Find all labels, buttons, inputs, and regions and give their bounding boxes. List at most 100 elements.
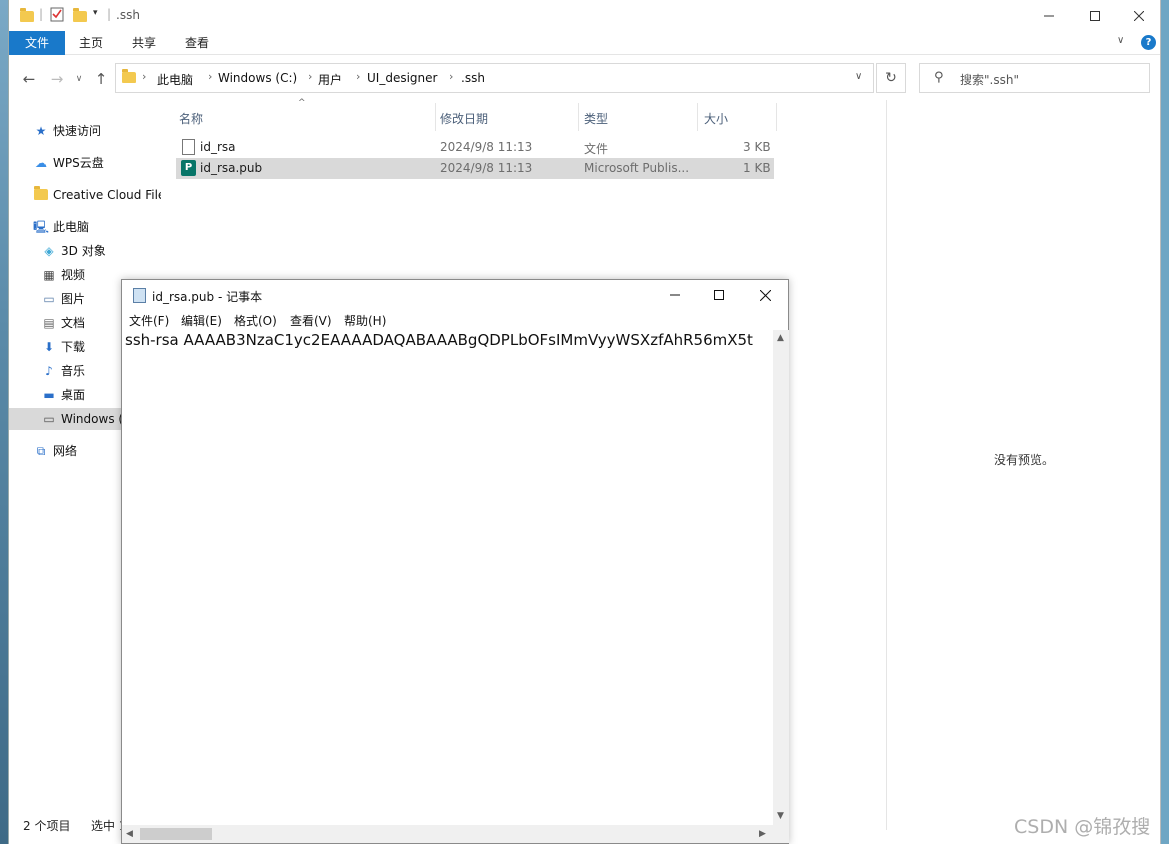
forward-arrow-icon[interactable]: → [46,68,68,90]
search-placeholder: 搜索".ssh" [960,73,1019,87]
folder-icon [122,69,136,86]
column-header-date[interactable]: 修改日期 [440,108,488,130]
notepad-titlebar: id_rsa.pub - 记事本 [122,280,788,310]
properties-icon[interactable] [50,7,64,27]
picture-icon: ▭ [43,292,55,306]
horizontal-scrollbar[interactable]: ◀ ▶ [122,825,773,843]
customize-quick-access-icon[interactable]: ▾ [93,8,98,28]
recent-locations-icon[interactable]: ∨ [68,68,90,90]
separator: | [39,7,44,21]
file-size: 1 KB [743,161,771,175]
notepad-menubar: 文件(F) 编辑(E) 格式(O) 查看(V) 帮助(H) [122,310,788,329]
notepad-window: id_rsa.pub - 记事本 文件(F) 编辑(E) 格式(O) 查看(V)… [121,279,789,844]
refresh-button[interactable]: ↻ [876,63,906,93]
column-divider[interactable] [578,103,579,131]
scroll-down-icon[interactable]: ▼ [777,811,784,821]
notepad-text-area[interactable]: ssh-rsa AAAAB3NzaC1yc2EAAAADAQABAAABgQDP… [122,330,773,825]
music-icon: ♪ [45,364,53,378]
minimize-button[interactable] [652,280,698,310]
breadcrumb-user[interactable]: UI_designer [367,71,437,85]
separator: | [107,7,112,21]
close-button[interactable] [1116,0,1162,31]
file-icon [182,139,195,155]
column-header-size[interactable]: 大小 [704,108,728,130]
breadcrumb-separator: › [356,70,361,83]
menu-help[interactable]: 帮助(H) [344,312,386,329]
minimize-button[interactable] [1026,0,1072,31]
nav-item-creative-cloud[interactable]: Creative Cloud Files [9,184,161,206]
maximize-button[interactable] [696,280,742,310]
expand-ribbon-icon[interactable]: ∨ [1117,35,1124,46]
breadcrumb-ssh[interactable]: .ssh [461,71,485,85]
nav-item-this-pc[interactable]: 🖳 此电脑 [9,216,161,238]
breadcrumb-separator: › [308,70,313,83]
download-icon: ⬇ [43,340,55,354]
folder-icon [20,6,34,26]
column-header-type[interactable]: 类型 [584,108,608,130]
file-row[interactable]: id_rsa 2024/9/8 11:13 文件 3 KB [176,137,774,158]
preview-pane-divider[interactable] [886,100,887,830]
tab-share[interactable]: 共享 [124,31,164,55]
chevron-down-icon[interactable]: ∨ [855,71,862,82]
scroll-left-icon[interactable]: ◀ [126,829,133,839]
desktop-background [0,0,8,844]
status-bar: 2 个项目 选中 1 [9,814,129,836]
column-header-name[interactable]: 名称 [179,108,203,130]
cube-icon: ◈ [44,244,54,258]
breadcrumb-this-pc[interactable]: 此电脑 [157,71,193,88]
menu-file[interactable]: 文件(F) [129,312,169,329]
tab-home[interactable]: 主页 [71,31,111,55]
scroll-up-icon[interactable]: ▲ [777,333,784,343]
column-divider[interactable] [697,103,698,131]
document-icon: ▤ [43,316,55,330]
publisher-file-icon: P [181,160,196,176]
nav-item-3d-objects[interactable]: ◈ 3D 对象 [9,240,161,262]
network-icon: ⧉ [36,444,46,458]
tab-view[interactable]: 查看 [177,31,217,55]
new-folder-icon[interactable] [73,6,87,26]
file-row-selected[interactable]: P id_rsa.pub 2024/9/8 11:13 Microsoft Pu… [176,158,774,179]
breadcrumb-drive[interactable]: Windows (C:) [218,71,297,85]
maximize-button[interactable] [1072,0,1118,31]
vertical-scrollbar[interactable]: ▲ ▼ [773,330,789,825]
menu-edit[interactable]: 编辑(E) [181,312,222,329]
notepad-title: id_rsa.pub - 记事本 [152,290,263,304]
column-divider[interactable] [435,103,436,131]
breadcrumb-users[interactable]: 用户 [318,71,342,88]
scroll-right-icon[interactable]: ▶ [759,829,766,839]
breadcrumb-separator: › [142,70,147,83]
ribbon-tabs: 文件 主页 共享 查看 ∨ ? [9,31,1160,55]
desktop-icon: ▬ [43,388,55,402]
search-input[interactable]: ⚲ 搜索".ssh" [919,63,1150,93]
star-icon: ★ [35,124,47,138]
nav-item-quick-access[interactable]: ★ 快速访问 [9,120,161,142]
address-bar[interactable]: › 此电脑 › Windows (C:) › 用户 › UI_designer … [115,63,874,93]
tab-file[interactable]: 文件 [9,31,65,55]
video-icon: ▦ [43,268,55,282]
file-date: 2024/9/8 11:13 [440,161,533,175]
status-item-count: 2 个项目 [23,819,71,833]
file-size: 3 KB [743,140,771,154]
back-arrow-icon[interactable]: ← [18,68,40,90]
file-name: id_rsa.pub [200,161,263,175]
help-icon[interactable]: ? [1141,35,1156,50]
drive-icon: ▭ [43,412,55,426]
notepad-content: ssh-rsa AAAAB3NzaC1yc2EAAAADAQABAAABgQDP… [125,331,753,349]
address-row: ← → ∨ ↑ › 此电脑 › Windows (C:) › 用户 › UI_d… [9,60,1160,96]
explorer-titlebar: | ▾ | .ssh [9,0,1160,31]
breadcrumb-separator: › [208,70,213,83]
menu-format[interactable]: 格式(O) [234,312,277,329]
close-button[interactable] [742,280,788,310]
file-date: 2024/9/8 11:13 [440,140,533,154]
file-name: id_rsa [200,140,236,154]
menu-view[interactable]: 查看(V) [290,312,332,329]
up-arrow-icon[interactable]: ↑ [90,68,112,90]
scrollbar-corner [773,825,789,843]
horizontal-scroll-thumb[interactable] [140,828,212,840]
column-divider[interactable] [776,103,777,131]
folder-icon [33,184,49,206]
watermark: CSDN @锦孜搜 [1014,816,1151,838]
window-title: .ssh [116,8,140,22]
computer-icon: 🖳 [33,220,50,234]
nav-item-wps-cloud[interactable]: ☁ WPS云盘 [9,152,161,174]
